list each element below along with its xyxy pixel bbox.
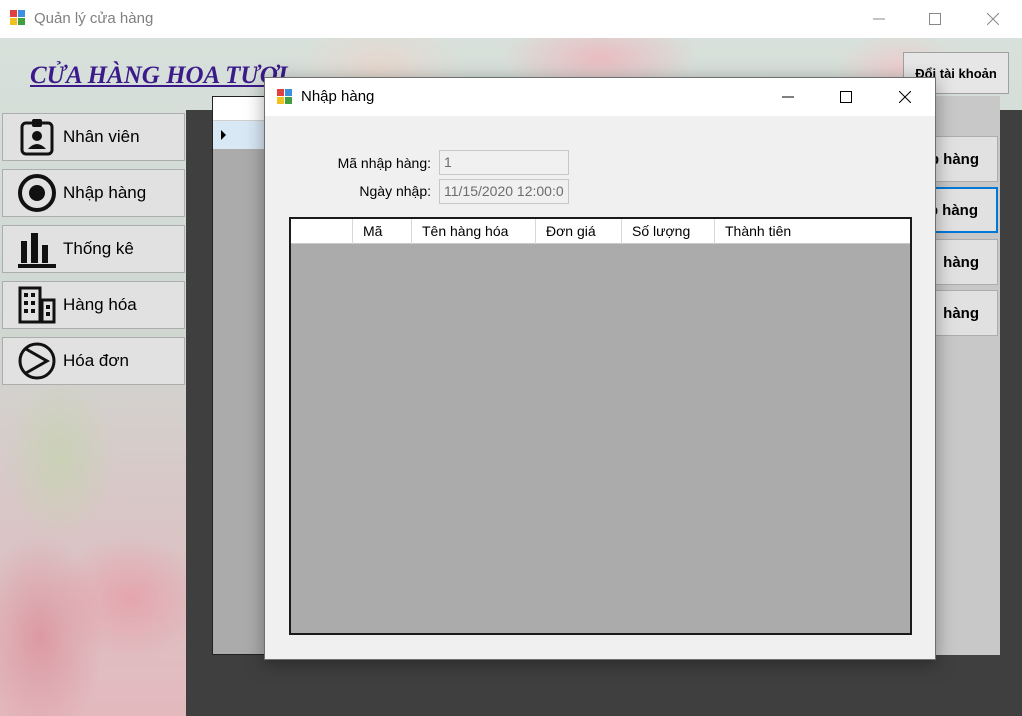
column-header-product-name[interactable]: Tên hàng hóa — [412, 219, 536, 244]
dialog-title: Nhập hàng — [301, 88, 375, 105]
employee-badge-icon — [17, 117, 57, 157]
column-header-unit-price[interactable]: Đơn giá — [536, 219, 622, 244]
dialog-close-button[interactable] — [876, 78, 934, 116]
import-date-field[interactable]: 11/15/2020 12:00:0 — [439, 179, 569, 204]
nav-products-label: Hàng hóa — [63, 295, 137, 314]
target-circle-icon — [17, 173, 57, 213]
nav-statistics-button[interactable]: Thống kê — [2, 225, 185, 273]
dialog-minimize-button[interactable] — [759, 78, 817, 116]
dialog-titlebar: Nhập hàng — [265, 78, 935, 116]
nav-import-label: Nhập hàng — [63, 183, 147, 202]
dialog-maximize-button[interactable] — [817, 78, 875, 116]
column-header-total[interactable]: Thành tiên — [715, 219, 910, 244]
import-id-field[interactable]: 1 — [439, 150, 569, 175]
main-grid-row-header[interactable] — [213, 121, 265, 149]
minimize-icon — [782, 96, 794, 98]
nav-invoices-button[interactable]: Hóa đơn — [2, 337, 185, 385]
main-window-title: Quản lý cửa hàng — [34, 10, 154, 27]
minimize-icon — [873, 18, 885, 20]
nav-employees-label: Nhân viên — [63, 127, 140, 146]
nav-statistics-label: Thống kê — [63, 239, 134, 258]
invoice-play-icon — [17, 341, 57, 381]
import-grid-header: Mã Tên hàng hóa Đơn giá Số lượng Thành t… — [291, 219, 910, 244]
minimize-button[interactable] — [850, 0, 908, 38]
main-titlebar: Quản lý cửa hàng — [0, 0, 1022, 38]
current-row-arrow-icon — [221, 130, 226, 140]
row-header-column — [291, 219, 353, 244]
bar-chart-icon — [17, 229, 57, 269]
maximize-icon — [840, 91, 852, 103]
import-id-label: Mã nhập hàng: — [337, 155, 431, 171]
import-date-label: Ngày nhập: — [359, 183, 431, 199]
nav-import-button[interactable]: Nhập hàng — [2, 169, 185, 217]
import-dialog: Nhập hàng Mã nhập hàng: 1 Ngày nhập: 11/… — [264, 77, 936, 660]
close-icon — [987, 13, 999, 25]
buildings-icon — [17, 285, 57, 325]
column-header-code[interactable]: Mã — [353, 219, 412, 244]
close-button[interactable] — [964, 0, 1022, 38]
maximize-icon — [929, 13, 941, 25]
dialog-window-icon — [277, 89, 293, 105]
shop-title: CỬA HÀNG HOA TƯƠI — [30, 62, 288, 89]
nav-products-button[interactable]: Hàng hóa — [2, 281, 185, 329]
import-items-grid[interactable]: Mã Tên hàng hóa Đơn giá Số lượng Thành t… — [289, 217, 912, 635]
maximize-button[interactable] — [906, 0, 964, 38]
nav-invoices-label: Hóa đơn — [63, 351, 129, 370]
close-icon — [899, 91, 911, 103]
app-window-icon — [10, 10, 26, 26]
nav-employees-button[interactable]: Nhân viên — [2, 113, 185, 161]
column-header-quantity[interactable]: Số lượng — [622, 219, 715, 244]
